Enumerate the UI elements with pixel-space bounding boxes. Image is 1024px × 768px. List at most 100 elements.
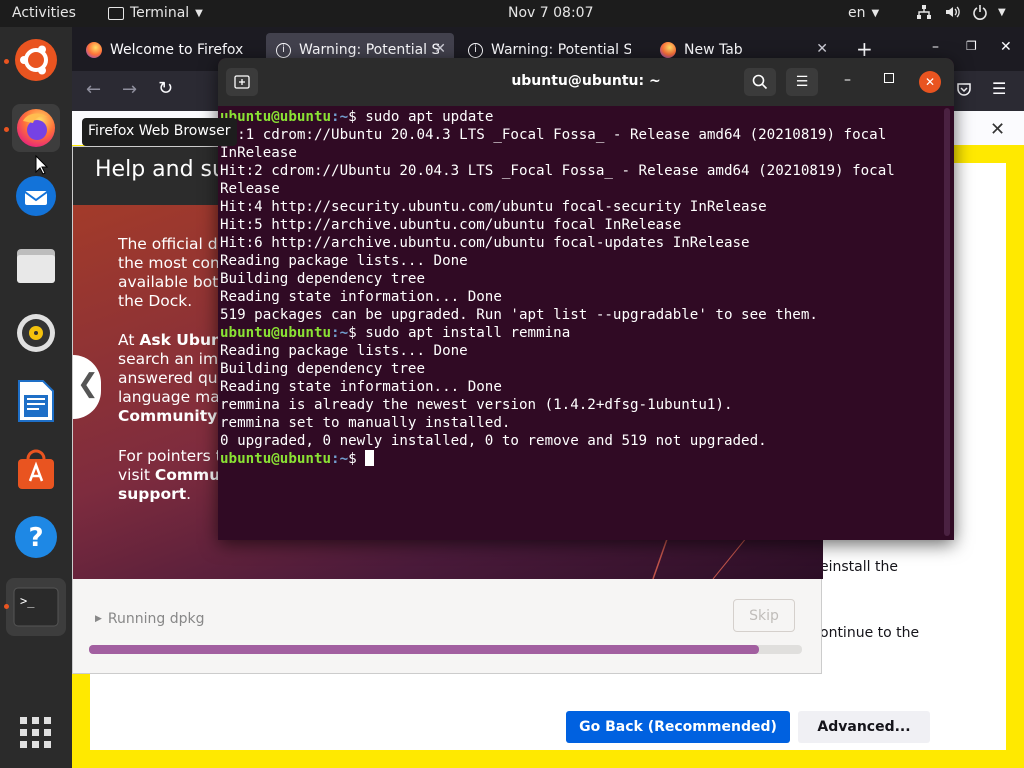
terminal-command: sudo apt install remmina	[365, 325, 571, 341]
terminal-header: ubuntu@ubuntu: ~ ☰ – ✕	[218, 58, 954, 106]
progress-bar	[89, 645, 802, 654]
search-icon	[752, 74, 768, 90]
close-notification-icon[interactable]: ✕	[990, 119, 1005, 140]
warning-text: einstall the	[820, 559, 898, 575]
terminal-output-line: gn:1 cdrom://Ubuntu 20.04.3 LTS _Focal F…	[220, 127, 887, 143]
dock-files[interactable]	[12, 241, 60, 289]
files-icon	[17, 249, 55, 283]
go-back-button[interactable]: Go Back (Recommended)	[566, 711, 790, 743]
language-label: en	[848, 5, 866, 21]
terminal-scrollbar[interactable]	[944, 108, 950, 536]
prompt-user: ubuntu@ubuntu	[220, 325, 332, 341]
terminal-prompt-line: ubuntu@ubuntu:~$ sudo apt install remmin…	[220, 324, 944, 342]
running-indicator	[4, 59, 9, 64]
dock-tooltip: Firefox Web Browser	[82, 118, 237, 146]
terminal-output-line: Release	[220, 181, 280, 197]
progress-fill	[89, 645, 760, 654]
dock-rhythmbox[interactable]	[12, 309, 60, 357]
svg-text:?: ?	[28, 523, 43, 553]
pocket-icon[interactable]	[956, 81, 972, 101]
terminal-output-line: remmina set to manually installed.	[220, 415, 511, 431]
firefox-icon	[660, 42, 676, 58]
terminal-icon: >_	[13, 587, 59, 627]
skip-button[interactable]: Skip	[733, 599, 795, 632]
slide-paragraph: At Ask Ubunt search an impr answered que…	[118, 331, 228, 425]
chevron-down-icon: ▼	[871, 7, 880, 19]
close-window-icon[interactable]: ✕	[1000, 39, 1012, 55]
reload-icon[interactable]: ↻	[158, 78, 173, 99]
thunderbird-icon	[16, 176, 56, 216]
forward-arrow-icon[interactable]: →	[122, 79, 137, 100]
terminal-output-line: Reading state information... Done	[220, 379, 502, 395]
activities-button[interactable]: Activities	[12, 5, 76, 21]
terminal-output-line: Building dependency tree	[220, 361, 425, 377]
volume-icon[interactable]	[944, 4, 960, 24]
dock: ? >_	[0, 27, 72, 768]
grid-icon	[20, 717, 51, 748]
search-button[interactable]	[744, 68, 776, 96]
terminal-output-line: InRelease	[220, 145, 297, 161]
terminal-prompt-line: ubuntu@ubuntu:~$	[220, 450, 944, 468]
prompt-symbol: $	[348, 451, 366, 467]
top-bar: Activities Terminal ▼ Nov 7 08:07 en ▼ ▼	[0, 0, 1024, 27]
writer-icon	[18, 380, 54, 422]
terminal-cursor	[365, 450, 375, 466]
restore-icon[interactable]: ❐	[966, 39, 977, 53]
power-icon[interactable]	[972, 4, 988, 24]
chevron-right-icon: ▶	[95, 614, 102, 624]
dock-libreoffice-writer[interactable]	[12, 377, 60, 425]
slide-paragraph: For pointers to visit Communi support.	[118, 447, 228, 503]
tab-label: New Tab	[684, 42, 743, 58]
language-indicator[interactable]: en ▼	[848, 5, 879, 21]
firefox-icon	[86, 42, 102, 58]
terminal-prompt-line: ubuntu@ubuntu:~$ sudo apt update	[220, 108, 944, 126]
dock-help[interactable]: ?	[12, 513, 60, 561]
back-arrow-icon[interactable]: ←	[86, 79, 101, 100]
info-icon: i	[468, 42, 483, 58]
terminal-output-line: 519 packages can be upgraded. Run 'apt l…	[220, 307, 818, 323]
dock-terminal[interactable]: >_	[6, 578, 66, 636]
dock-firefox[interactable]	[12, 104, 60, 152]
maximize-icon[interactable]	[884, 73, 894, 83]
minimize-icon[interactable]: –	[932, 39, 939, 55]
terminal-output-line: 0 upgraded, 0 newly installed, 0 to remo…	[220, 433, 767, 449]
terminal-output-line: Reading state information... Done	[220, 289, 502, 305]
status-expander[interactable]: ▶ Running dpkg	[95, 611, 205, 627]
app-menu-label: Terminal	[130, 5, 190, 21]
show-applications-button[interactable]	[12, 709, 60, 757]
terminal-output-line: Hit:6 http://archive.ubuntu.com/ubuntu f…	[220, 235, 750, 251]
advanced-button[interactable]: Advanced...	[798, 711, 930, 743]
terminal-command: sudo apt update	[365, 109, 494, 125]
terminal-icon	[108, 6, 124, 20]
terminal-output-line: Hit:5 http://archive.ubuntu.com/ubuntu f…	[220, 217, 682, 233]
dock-thunderbird[interactable]	[12, 172, 60, 220]
hamburger-menu-button[interactable]: ☰	[786, 68, 818, 96]
rhythmbox-icon	[17, 314, 55, 352]
close-tab-icon[interactable]: ✕	[434, 41, 446, 57]
terminal-output[interactable]: ubuntu@ubuntu:~$ sudo apt update gn:1 cdr…	[220, 108, 944, 536]
software-icon	[18, 449, 54, 489]
prompt-path: :~	[331, 325, 349, 341]
terminal-output-line: Building dependency tree	[220, 271, 425, 287]
chevron-down-icon[interactable]: ▼	[998, 7, 1006, 18]
app-menu[interactable]: Terminal ▼	[108, 5, 203, 21]
terminal-output-line: Reading package lists... Done	[220, 343, 468, 359]
dock-ubuntu-installer[interactable]	[12, 36, 60, 84]
network-icon[interactable]	[916, 4, 932, 24]
close-icon[interactable]: ✕	[919, 71, 941, 93]
running-indicator	[4, 127, 9, 132]
prompt-path: :~	[331, 109, 349, 125]
menu-icon: ☰	[795, 74, 809, 90]
mouse-pointer-icon	[35, 155, 49, 175]
close-tab-icon[interactable]: ✕	[816, 41, 828, 57]
slide-paragraph: The official do the most comm available …	[118, 235, 228, 310]
dock-ubuntu-software[interactable]	[12, 445, 60, 493]
clock[interactable]: Nov 7 08:07	[508, 5, 593, 21]
firefox-icon	[17, 109, 55, 147]
minimize-icon[interactable]: –	[844, 72, 851, 88]
prompt-user: ubuntu@ubuntu	[220, 451, 332, 467]
menu-icon[interactable]: ☰	[992, 79, 1006, 98]
terminal-output-line: Reading package lists... Done	[220, 253, 468, 269]
running-indicator	[4, 604, 9, 609]
info-icon: i	[276, 42, 291, 58]
